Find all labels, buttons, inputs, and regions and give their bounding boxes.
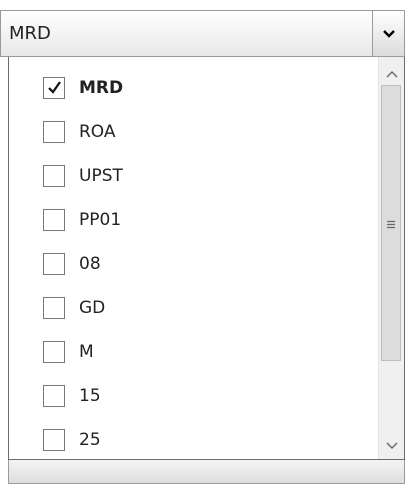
list-item[interactable]: MRD: [43, 72, 123, 104]
list-item[interactable]: UPST: [43, 160, 123, 192]
list-item-label: PP01: [79, 210, 122, 230]
chevron-down-icon: [382, 29, 396, 39]
dropdown-toggle-button[interactable]: [372, 11, 404, 56]
list-item-label: ROA: [79, 122, 116, 142]
checkbox[interactable]: [43, 385, 65, 407]
list-item[interactable]: ROA: [43, 116, 116, 148]
dropdown-list-panel: MRD ROA UPST PP01 08 GD M 15 25: [8, 57, 405, 460]
list-item[interactable]: 08: [43, 248, 101, 280]
scroll-down-button[interactable]: [379, 431, 404, 457]
list-item-label: 25: [79, 430, 101, 450]
list-item-label: M: [79, 342, 94, 362]
list-item[interactable]: 25: [43, 424, 101, 456]
checkbox[interactable]: [43, 341, 65, 363]
chevron-up-icon: [386, 63, 398, 82]
list-item[interactable]: 15: [43, 380, 101, 412]
list-item[interactable]: M: [43, 336, 94, 368]
combo-box[interactable]: MRD: [0, 10, 405, 57]
list-item-label: 15: [79, 386, 101, 406]
list-item-label: 08: [79, 254, 101, 274]
checkbox[interactable]: [43, 429, 65, 451]
filter-dropdown: MRD MRD ROA UPST PP01 08 GD M 15 25: [0, 0, 411, 484]
checkbox[interactable]: [43, 165, 65, 187]
vertical-scrollbar[interactable]: [378, 57, 404, 459]
scrollbar-thumb[interactable]: [381, 85, 401, 361]
checkbox[interactable]: [43, 253, 65, 275]
list-item[interactable]: GD: [43, 292, 105, 324]
checkbox-list: MRD ROA UPST PP01 08 GD M 15 25: [9, 57, 374, 459]
chevron-down-icon: [386, 435, 398, 454]
list-item[interactable]: PP01: [43, 204, 121, 236]
checkbox[interactable]: [43, 297, 65, 319]
scroll-up-button[interactable]: [379, 59, 404, 85]
checkbox[interactable]: [43, 209, 65, 231]
checkbox[interactable]: [43, 121, 65, 143]
list-item-label: UPST: [79, 166, 123, 186]
checkbox[interactable]: [43, 77, 65, 99]
list-item-label: GD: [79, 298, 106, 318]
grip-icon: [386, 214, 396, 233]
dropdown-footer-bar: [8, 460, 405, 484]
list-item-label: MRD: [79, 78, 124, 98]
combo-selected-text: MRD: [9, 23, 51, 44]
